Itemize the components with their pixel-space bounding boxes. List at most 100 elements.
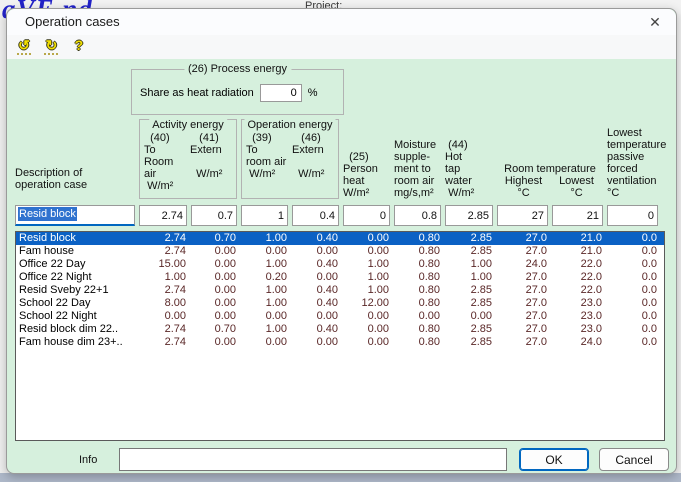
background-window-bottom [0, 473, 681, 482]
share-heat-radiation-input[interactable] [260, 84, 302, 102]
edit-value-input-5[interactable] [394, 205, 441, 226]
row-description: Fam house [16, 245, 136, 258]
person-heat-header: (25) Person heat W/m² [343, 151, 390, 199]
row-value: 2.74 [140, 232, 188, 245]
row-value: 0.00 [242, 336, 289, 349]
row-value: 0.40 [293, 323, 340, 336]
edit-value-input-8[interactable] [552, 205, 603, 226]
row-value: 0.80 [395, 232, 442, 245]
table-row[interactable]: Fam house2.740.000.000.000.000.802.8527.… [16, 245, 664, 258]
row-value: 0.00 [446, 310, 494, 323]
row-value: 24.0 [498, 258, 549, 271]
room-temperature-header-group: Room temperature Highest °C Lowest °C [497, 163, 603, 199]
row-value: 0.00 [192, 297, 238, 310]
table-row[interactable]: Resid block2.740.701.000.400.000.802.852… [16, 232, 664, 245]
description-column-header: Description of operation case [15, 167, 135, 199]
edit-value-input-9[interactable] [607, 205, 658, 226]
row-value: 0.80 [395, 245, 442, 258]
row-value: 0.00 [293, 245, 340, 258]
table-row[interactable]: Resid Sveby 22+12.740.001.000.401.000.80… [16, 284, 664, 297]
operation-to-roomair-header: (39) To room air W/m² [246, 132, 290, 198]
edit-value-input-7[interactable] [497, 205, 548, 226]
row-value: 8.00 [140, 297, 188, 310]
row-value: 27.0 [498, 336, 549, 349]
row-value: 27.0 [498, 323, 549, 336]
row-value: 2.85 [446, 297, 494, 310]
row-value: 0.0 [608, 232, 659, 245]
row-value: 0.40 [293, 297, 340, 310]
row-value: 0.70 [192, 232, 238, 245]
help-icon[interactable]: ? [70, 37, 88, 55]
room-temp-lowest-header: Lowest °C [550, 175, 603, 199]
edit-value-input-6[interactable] [445, 205, 493, 226]
activity-energy-label: Activity energy [149, 119, 227, 131]
row-value: 1.00 [344, 271, 391, 284]
row-description: Resid block dim 22.. [16, 323, 136, 336]
edit-value-input-1[interactable] [191, 205, 237, 226]
row-value: 22.0 [553, 271, 604, 284]
table-row[interactable]: Office 22 Day15.000.001.000.401.000.801.… [16, 258, 664, 271]
row-value: 0.80 [395, 258, 442, 271]
row-value: 0.0 [608, 310, 659, 323]
row-value: 23.0 [553, 323, 604, 336]
operation-energy-header-group: Operation energy (39) To room air W/m² (… [241, 119, 339, 199]
ok-button[interactable]: OK [519, 448, 589, 471]
row-value: 1.00 [446, 258, 494, 271]
row-value: 0.0 [608, 297, 659, 310]
row-value: 1.00 [446, 271, 494, 284]
row-description: Fam house dim 23+.. [16, 336, 136, 349]
activity-energy-header-group: Activity energy (40) To Room air W/m² (4… [139, 119, 237, 199]
row-value: 23.0 [553, 297, 604, 310]
edit-value-input-3[interactable] [292, 205, 339, 226]
edit-value-input-4[interactable] [343, 205, 390, 226]
row-value: 1.00 [344, 284, 391, 297]
row-value: 1.00 [242, 284, 289, 297]
row-value: 2.85 [446, 336, 494, 349]
description-input[interactable]: Resid block [15, 205, 135, 226]
cancel-button[interactable]: Cancel [599, 448, 669, 471]
row-value: 21.0 [553, 245, 604, 258]
row-value: 15.00 [140, 258, 188, 271]
row-value: 21.0 [553, 232, 604, 245]
row-value: 1.00 [242, 323, 289, 336]
percent-unit-label: % [308, 87, 318, 99]
row-value: 0.0 [608, 284, 659, 297]
row-value: 27.0 [498, 271, 549, 284]
cases-table[interactable]: Resid block2.740.701.000.400.000.802.852… [15, 231, 665, 441]
row-value: 0.00 [344, 336, 391, 349]
dialog-titlebar: Operation cases ✕ [7, 9, 676, 35]
hot-tap-water-header: (44) Hot tap water W/m² [445, 139, 493, 199]
prev-arrow-icon[interactable]: ↺ [15, 37, 33, 55]
row-value: 0.00 [192, 284, 238, 297]
info-input[interactable] [119, 448, 507, 471]
row-value: 2.74 [140, 245, 188, 258]
row-description: School 22 Night [16, 310, 136, 323]
row-value: 23.0 [553, 310, 604, 323]
next-arrow-icon[interactable]: ↻ [42, 37, 60, 55]
row-value: 0.00 [293, 310, 340, 323]
edit-value-input-0[interactable] [139, 205, 187, 226]
room-temperature-label: Room temperature [497, 163, 603, 175]
row-value: 22.0 [553, 284, 604, 297]
dialog-body: (26) Process energy Share as heat radiat… [7, 59, 676, 473]
edit-value-input-2[interactable] [241, 205, 288, 226]
row-value: 0.20 [242, 271, 289, 284]
column-headers: Description of operation case Activity e… [15, 117, 665, 199]
row-value: 0.0 [608, 245, 659, 258]
table-row[interactable]: Fam house dim 23+..2.740.000.000.000.000… [16, 336, 664, 349]
row-value: 2.85 [446, 232, 494, 245]
table-row[interactable]: Resid block dim 22..2.740.701.000.400.00… [16, 323, 664, 336]
activity-extern-header: (41) Extern W/m² [190, 132, 234, 198]
row-value: 0.0 [608, 336, 659, 349]
table-row[interactable]: School 22 Night0.000.000.000.000.000.000… [16, 310, 664, 323]
row-value: 0.80 [395, 323, 442, 336]
row-value: 0.00 [192, 245, 238, 258]
row-value: 0.00 [242, 310, 289, 323]
row-value: 0.00 [344, 310, 391, 323]
table-row[interactable]: School 22 Day8.000.001.000.4012.000.802.… [16, 297, 664, 310]
row-value: 0.70 [192, 323, 238, 336]
row-value: 0.0 [608, 271, 659, 284]
close-icon[interactable]: ✕ [646, 13, 664, 31]
row-value: 27.0 [498, 284, 549, 297]
table-row[interactable]: Office 22 Night1.000.000.200.001.000.801… [16, 271, 664, 284]
